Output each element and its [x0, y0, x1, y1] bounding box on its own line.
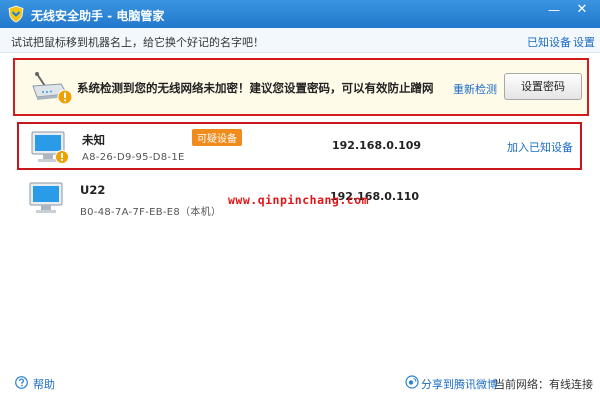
- recheck-link[interactable]: 重新检测: [453, 81, 497, 97]
- footer-bar: 帮助 分享到腾讯微博 当前网络：有线连接: [0, 369, 600, 402]
- add-known-device-link[interactable]: 加入已知设备: [507, 139, 573, 155]
- security-alert: 系统检测到您的无线网络未加密！建议您设置密码，可以有效防止蹭网 重新检测 设置密…: [13, 58, 589, 116]
- device-name[interactable]: 未知: [82, 132, 105, 148]
- help-link[interactable]: 帮助: [33, 376, 55, 392]
- set-password-button[interactable]: 设置密码: [504, 73, 582, 100]
- device-ip: 192.168.0.109: [332, 139, 422, 152]
- device-row-unknown: 未知 可疑设备 A8-26-D9-95-D8-1E 192.168.0.109 …: [17, 122, 582, 170]
- share-weibo-link[interactable]: 分享到腾讯微博: [421, 376, 498, 392]
- close-button[interactable]: ✕: [572, 0, 592, 22]
- router-warning-icon: [32, 72, 73, 105]
- device-mac: B0-48-7A-7F-EB-E8（本机）: [80, 207, 222, 218]
- shield-logo-icon: [8, 5, 24, 23]
- minimize-button[interactable]: —: [544, 0, 564, 22]
- computer-warning-icon: [31, 131, 69, 164]
- rename-hint: 试试把鼠标移到机器名上，给它换个好记的名字吧！: [11, 36, 264, 49]
- alert-message: 系统检测到您的无线网络未加密！建议您设置密码，可以有效防止蹭网: [77, 81, 434, 95]
- watermark-text: www.qinpinchang.com: [228, 193, 370, 207]
- device-mac: A8-26-D9-95-D8-1E: [82, 152, 185, 163]
- known-devices-link[interactable]: 已知设备: [527, 34, 571, 50]
- suspect-badge: 可疑设备: [192, 129, 242, 146]
- title-bar: 无线安全助手 - 电脑管家 — ✕: [0, 0, 600, 28]
- weibo-share-icon[interactable]: [405, 375, 419, 389]
- settings-link[interactable]: 设置: [573, 34, 595, 50]
- window-title: 无线安全助手 - 电脑管家: [31, 9, 165, 23]
- network-status: 当前网络：有线连接: [494, 378, 593, 391]
- help-icon[interactable]: [15, 376, 28, 389]
- device-name[interactable]: U22: [80, 183, 105, 197]
- hint-bar: 试试把鼠标移到机器名上，给它换个好记的名字吧！ 已知设备 设置: [0, 28, 600, 53]
- computer-icon: [29, 182, 63, 213]
